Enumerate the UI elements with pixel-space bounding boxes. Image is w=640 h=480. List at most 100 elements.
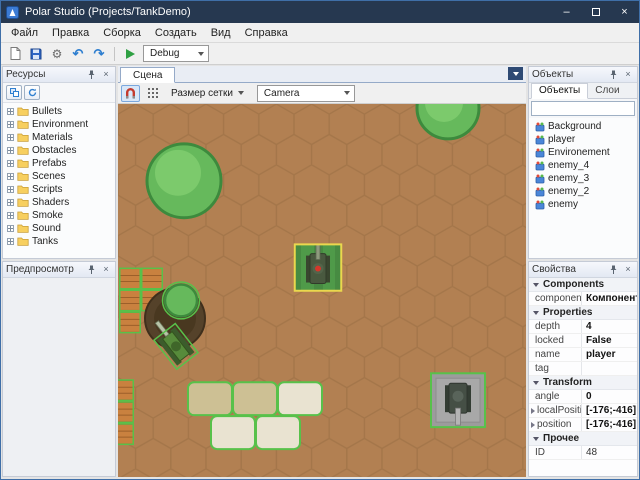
new-file-button[interactable] <box>5 45 25 63</box>
resource-folder-row[interactable]: Scenes <box>3 170 115 183</box>
scene-object-row[interactable]: Environement <box>529 146 637 159</box>
grid-size-dropdown[interactable]: Размер сетки <box>165 85 250 102</box>
expander-icon[interactable] <box>7 134 14 141</box>
property-row[interactable]: locked False <box>529 334 637 348</box>
expander-icon[interactable] <box>7 160 14 167</box>
bush-selected[interactable] <box>161 281 201 320</box>
snap-toggle-button[interactable] <box>121 84 140 102</box>
property-row[interactable]: name player <box>529 348 637 362</box>
resource-folder-row[interactable]: Shaders <box>3 196 115 209</box>
panel-title: Объекты <box>532 69 574 80</box>
tab-list-button[interactable] <box>508 67 523 80</box>
expander-icon[interactable] <box>7 173 14 180</box>
property-group-header[interactable]: Properties <box>529 306 637 320</box>
close-button[interactable]: × <box>610 1 639 23</box>
property-value[interactable]: 0 <box>581 390 637 403</box>
property-value[interactable]: 48 <box>581 446 637 459</box>
expander-icon[interactable] <box>7 147 14 154</box>
pin-icon[interactable] <box>85 69 97 81</box>
scene-object-row[interactable]: player <box>529 133 637 146</box>
property-row[interactable]: position [-176;-416] <box>529 418 637 432</box>
property-value[interactable]: player <box>581 348 637 361</box>
document-tab-bar: Сцена <box>118 66 526 83</box>
property-value[interactable]: False <box>581 334 637 347</box>
crate-stack-bottom[interactable] <box>118 379 134 446</box>
property-value[interactable]: [-176;-416] <box>581 418 637 431</box>
pin-icon[interactable] <box>607 264 619 276</box>
resource-folder-row[interactable]: Scripts <box>3 183 115 196</box>
panel-close-button[interactable]: × <box>100 69 112 81</box>
resource-folder-row[interactable]: Environment <box>3 118 115 131</box>
property-row[interactable]: componentКомпоненты <box>529 292 637 306</box>
enemy-tank-right[interactable] <box>430 372 486 429</box>
camera-select[interactable]: Camera <box>256 84 355 102</box>
properties-panel: Свойства × Components componentКомпоненты… <box>528 261 638 477</box>
expand-arrow-icon[interactable] <box>531 407 535 414</box>
scene-canvas[interactable] <box>118 104 526 477</box>
pin-icon[interactable] <box>607 69 619 81</box>
player-tank[interactable] <box>293 243 343 292</box>
expander-icon[interactable] <box>7 108 14 115</box>
panel-close-button[interactable]: × <box>100 264 112 276</box>
tab-scene[interactable]: Сцена <box>120 67 176 83</box>
property-row[interactable]: ID 48 <box>529 446 637 460</box>
expand-arrow-icon[interactable] <box>531 421 535 428</box>
expander-icon[interactable] <box>7 199 14 206</box>
scene-object-row[interactable]: enemy <box>529 198 637 211</box>
property-value[interactable] <box>581 362 637 375</box>
expander-icon[interactable] <box>7 186 14 193</box>
expander-icon[interactable] <box>7 121 14 128</box>
menu-item[interactable]: Правка <box>45 25 96 41</box>
property-row[interactable]: localPositi [-176;-416] <box>529 404 637 418</box>
panel-close-button[interactable]: × <box>622 69 634 81</box>
collapse-all-button[interactable] <box>6 85 22 100</box>
tree-left[interactable] <box>145 142 223 220</box>
minimize-button[interactable]: – <box>552 1 581 23</box>
scene-object-row[interactable]: Background <box>529 120 637 133</box>
property-group-header[interactable]: Прочее <box>529 432 637 446</box>
property-row[interactable]: tag <box>529 362 637 376</box>
objects-search-input[interactable] <box>531 101 635 116</box>
expander-icon[interactable] <box>7 238 14 245</box>
resource-folder-row[interactable]: Tanks <box>3 235 115 248</box>
tab-objects[interactable]: Объекты <box>531 83 589 99</box>
property-value[interactable]: [-176;-416] <box>581 404 637 417</box>
scene-object-row[interactable]: enemy_4 <box>529 159 637 172</box>
redo-button[interactable]: ↷ <box>89 45 109 63</box>
scene-object-row[interactable]: enemy_2 <box>529 185 637 198</box>
resource-folder-row[interactable]: Obstacles <box>3 144 115 157</box>
maximize-button[interactable] <box>581 1 610 23</box>
grid-toggle-button[interactable] <box>143 85 162 102</box>
menu-item[interactable]: Справка <box>238 25 295 41</box>
expander-icon[interactable] <box>7 212 14 219</box>
property-value[interactable]: 4 <box>581 320 637 333</box>
settings-button[interactable]: ⚙ <box>47 45 67 63</box>
property-key: component <box>535 293 581 304</box>
pin-icon[interactable] <box>85 264 97 276</box>
resource-folder-row[interactable]: Sound <box>3 222 115 235</box>
expander-icon[interactable] <box>7 225 14 232</box>
refresh-button[interactable] <box>24 85 40 100</box>
menu-item[interactable]: Сборка <box>96 25 148 41</box>
menu-item[interactable]: Создать <box>148 25 204 41</box>
property-group-header[interactable]: Components <box>529 278 637 292</box>
resource-folder-row[interactable]: Bullets <box>3 105 115 118</box>
menu-item[interactable]: Файл <box>4 25 45 41</box>
tab-layers[interactable]: Слои <box>588 84 626 98</box>
resource-folder-row[interactable]: Smoke <box>3 209 115 222</box>
property-value[interactable]: Компоненты <box>581 292 637 305</box>
run-button[interactable] <box>120 45 140 63</box>
menu-item[interactable]: Вид <box>204 25 238 41</box>
save-button[interactable] <box>26 45 46 63</box>
undo-button[interactable]: ↶ <box>68 45 88 63</box>
property-row[interactable]: depth 4 <box>529 320 637 334</box>
resource-folder-row[interactable]: Prefabs <box>3 157 115 170</box>
resource-folder-row[interactable]: Materials <box>3 131 115 144</box>
property-row[interactable]: angle 0 <box>529 390 637 404</box>
group-label: Прочее <box>543 433 580 444</box>
debug-mode-select[interactable]: Debug <box>143 45 209 62</box>
close-icon: × <box>625 264 631 274</box>
scene-object-row[interactable]: enemy_3 <box>529 172 637 185</box>
panel-close-button[interactable]: × <box>622 264 634 276</box>
property-group-header[interactable]: Transform <box>529 376 637 390</box>
